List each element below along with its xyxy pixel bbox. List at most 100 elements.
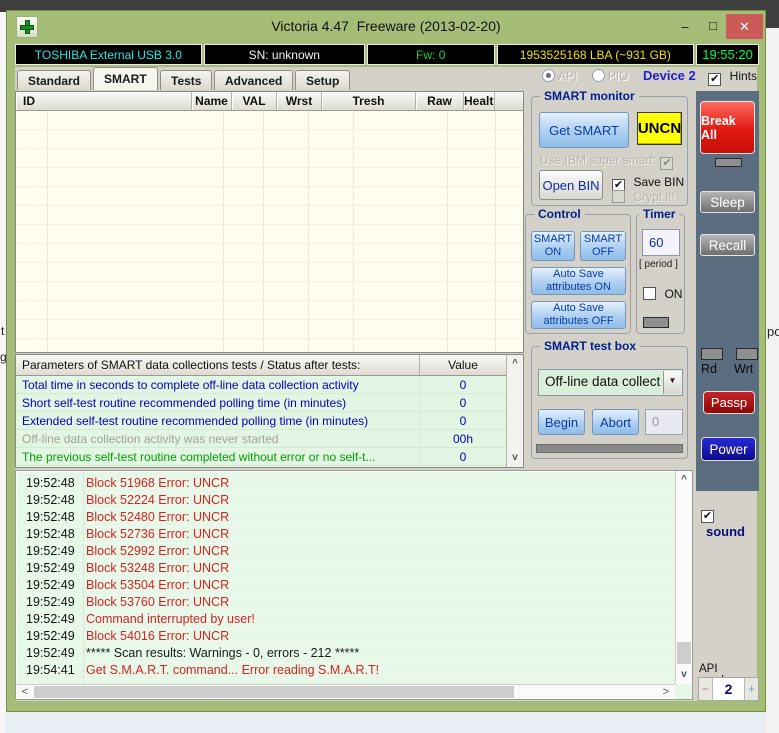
tab[interactable]: SMART [93, 67, 158, 90]
column-header[interactable]: VAL [232, 92, 277, 110]
log-row[interactable]: 19:52:49***** Scan results: Warnings - 0… [16, 646, 675, 663]
log-row[interactable]: 19:52:48Block 52224 Error: UNCR [16, 493, 675, 510]
drive-info-bar: TOSHIBA External USB 3.0 SN: unknown Fw:… [15, 44, 759, 65]
uncn-button[interactable]: UNCN [637, 112, 682, 145]
parameter-row[interactable]: Short self-test routine recommended poll… [16, 394, 523, 412]
ibm-smart-row: Use IBM super smart: ✔ [540, 151, 673, 170]
sound-checkbox[interactable]: ✔ [701, 510, 714, 523]
timer-period-input[interactable]: 60 [642, 229, 680, 256]
power-button[interactable]: Power [701, 437, 756, 461]
parameter-row[interactable]: Total time in seconds to complete off-li… [16, 376, 523, 394]
log-row[interactable]: 19:52:49Block 53760 Error: UNCR [16, 595, 675, 612]
chevron-down-icon[interactable]: ▼ [663, 371, 681, 394]
log-timestamp: 19:52:49 [16, 561, 78, 575]
column-header[interactable]: ID [16, 92, 192, 110]
tab[interactable]: Standard [17, 70, 91, 90]
abort-button[interactable]: Abort [592, 409, 639, 435]
log-row[interactable]: 19:52:49Block 52992 Error: UNCR [16, 544, 675, 561]
log-timestamp: 19:52:49 [16, 595, 78, 609]
desktop: t g po Victoria 4.47 Freeware (2013-02-2… [0, 0, 779, 733]
log-horizontal-scrollbar[interactable]: < > [16, 684, 675, 699]
smart-monitor-group: SMART monitor Get SMART UNCN Use IBM sup… [531, 96, 688, 206]
log-row[interactable]: 19:54:41Get S.M.A.R.T. command... Error … [16, 663, 675, 680]
scroll-up-icon[interactable]: ^ [507, 356, 523, 372]
api-number-spinner: − 2 + [698, 677, 759, 701]
log-row[interactable]: 19:52:49Block 53248 Error: UNCR [16, 561, 675, 578]
log-row[interactable]: 19:52:48Block 52480 Error: UNCR [16, 510, 675, 527]
green-cross-app-icon [16, 16, 38, 38]
drive-model: TOSHIBA External USB 3.0 [15, 44, 202, 65]
timer-on-checkbox[interactable] [643, 287, 656, 300]
autosave-off-button[interactable]: Auto Save attributes OFF [531, 301, 626, 329]
smart-on-button[interactable]: SMART ON [531, 231, 575, 261]
parameter-row[interactable]: Extended self-test routine recommended p… [16, 412, 523, 430]
test-select-dropdown[interactable]: Off-line data collect ▼ [538, 369, 683, 396]
desktop-corner [766, 0, 779, 28]
plus-button[interactable]: + [744, 678, 758, 700]
log-row[interactable]: 19:52:49Command interrupted by user! [16, 612, 675, 629]
passp-button[interactable]: Passp [703, 391, 755, 414]
column-header[interactable] [494, 92, 495, 110]
column-header[interactable]: Raw [416, 92, 464, 110]
column-header[interactable]: Tresh [322, 92, 416, 110]
parameter-label: The previous self-test routine completed… [16, 448, 420, 465]
get-smart-button[interactable]: Get SMART [539, 112, 629, 148]
write-led-indicator [736, 348, 758, 360]
api-radio[interactable] [542, 69, 555, 82]
break-all-button[interactable]: Break All [700, 101, 755, 154]
background-window-right: po [766, 28, 779, 733]
log-hscroll-thumb[interactable] [34, 686, 514, 698]
scroll-down-icon[interactable]: v [507, 450, 523, 466]
crypt-checkbox[interactable] [612, 190, 625, 203]
parameter-row[interactable]: The previous self-test routine completed… [16, 448, 523, 466]
event-log: 19:52:48Block 51968 Error: UNCR 19:52:48… [15, 470, 693, 700]
log-row[interactable]: 19:52:48Block 51968 Error: UNCR [16, 476, 675, 493]
test-progress-bar [536, 444, 683, 453]
ibm-smart-checkbox[interactable]: ✔ [660, 157, 673, 170]
background-text-fragment: po [767, 324, 779, 339]
tab[interactable]: Tests [160, 70, 212, 90]
scroll-left-icon[interactable]: < [17, 685, 33, 699]
autosave-on-button[interactable]: Auto Save attributes ON [531, 267, 626, 295]
parameter-label: Total time in seconds to complete off-li… [16, 376, 420, 393]
minus-button[interactable]: − [699, 678, 713, 700]
column-header[interactable]: Health [464, 92, 494, 110]
drive-capacity: 1953525168 LBA (~931 GB) [497, 44, 695, 65]
begin-button[interactable]: Begin [538, 409, 585, 435]
test-counter-field[interactable]: 0 [645, 409, 683, 435]
minimize-button[interactable]: – [671, 14, 699, 39]
scroll-down-icon[interactable]: v [676, 667, 692, 683]
tab[interactable]: Advanced [214, 70, 293, 90]
log-vertical-scrollbar[interactable]: ^ v [675, 471, 692, 684]
maximize-button[interactable]: □ [701, 14, 725, 39]
log-timestamp: 19:54:41 [16, 663, 78, 677]
parameters-scrollbar[interactable]: ^ v [506, 355, 523, 467]
open-bin-button[interactable]: Open BIN [539, 170, 603, 200]
log-row[interactable]: 19:52:49Block 53504 Error: UNCR [16, 578, 675, 595]
pio-radio[interactable] [592, 69, 605, 82]
smart-test-box-group: SMART test box Off-line data collect ▼ B… [531, 346, 688, 459]
hints-checkbox[interactable]: ✔ [708, 73, 721, 86]
column-header[interactable]: Wrst [277, 92, 322, 110]
log-row[interactable]: 19:52:49Block 54016 Error: UNCR [16, 629, 675, 646]
log-vscroll-thumb[interactable] [677, 642, 691, 664]
close-button[interactable]: ✕ [726, 14, 763, 39]
parameters-rows: Total time in seconds to complete off-li… [16, 376, 523, 466]
smart-parameters-table: Parameters of SMART data collections tes… [15, 354, 524, 468]
parameter-label: Off-line data collection activity was ne… [16, 430, 420, 447]
log-row[interactable]: 19:52:48Block 52736 Error: UNCR [16, 527, 675, 544]
tab[interactable]: Setup [295, 70, 350, 90]
log-message: Block 52992 Error: UNCR [78, 544, 229, 558]
smart-off-button[interactable]: SMART OFF [580, 231, 626, 261]
parameter-row[interactable]: Off-line data collection activity was ne… [16, 430, 523, 448]
column-header[interactable]: Name [192, 92, 232, 110]
scroll-up-icon[interactable]: ^ [676, 472, 692, 488]
log-timestamp: 19:52:48 [16, 493, 78, 507]
log-timestamp: 19:52:49 [16, 578, 78, 592]
smart-attribute-body [16, 111, 523, 352]
timer-led-indicator [643, 317, 669, 328]
recall-button[interactable]: Recall [700, 234, 755, 256]
parameter-value: 0 [420, 448, 506, 465]
scroll-right-icon[interactable]: > [658, 685, 674, 699]
sleep-button[interactable]: Sleep [700, 191, 755, 213]
